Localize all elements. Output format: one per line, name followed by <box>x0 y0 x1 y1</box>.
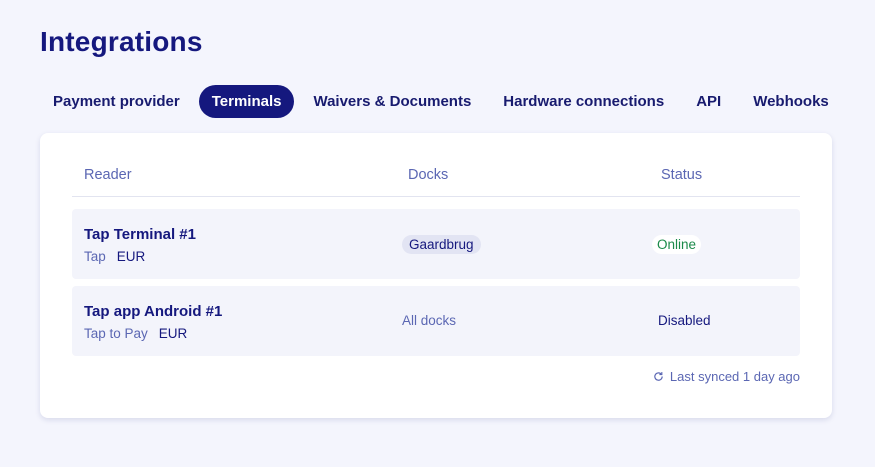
reader-currency: EUR <box>158 326 188 341</box>
integration-tabs: Payment provider Terminals Waivers & Doc… <box>40 85 842 118</box>
dock-badge: Gaardbrug <box>402 235 481 254</box>
reader-name: Tap app Android #1 <box>84 303 223 320</box>
reader-type: Tap to Pay <box>84 326 148 341</box>
terminals-card: Reader Docks Status Tap Terminal #1 Tap … <box>40 133 832 418</box>
tab-api[interactable]: API <box>683 85 734 118</box>
table-row[interactable]: Tap Terminal #1 Tap EUR Gaardbrug Online <box>72 209 800 279</box>
tab-webhooks[interactable]: Webhooks <box>740 85 842 118</box>
reader-name: Tap Terminal #1 <box>84 226 196 243</box>
last-synced-text: Last synced 1 day ago <box>669 369 800 384</box>
tab-hardware-connections[interactable]: Hardware connections <box>490 85 677 118</box>
status-badge: Online <box>652 235 702 254</box>
tab-terminals[interactable]: Terminals <box>198 85 295 118</box>
column-header-status: Status <box>661 167 703 183</box>
column-header-reader: Reader <box>84 167 132 183</box>
page-title: Integrations <box>40 26 203 57</box>
reader-type: Tap <box>84 249 106 264</box>
table-row[interactable]: Tap app Android #1 Tap to Pay EUR All do… <box>72 286 800 356</box>
reader-currency: EUR <box>116 249 146 264</box>
dock-text: All docks <box>402 313 457 328</box>
refresh-icon <box>654 372 663 381</box>
status-text: Disabled <box>658 313 711 328</box>
reader-meta: Tap EUR <box>84 249 145 264</box>
reader-meta: Tap to Pay EUR <box>84 326 187 341</box>
tab-waivers-documents[interactable]: Waivers & Documents <box>300 85 484 118</box>
table-header: Reader Docks Status <box>72 161 800 197</box>
column-header-docks: Docks <box>408 167 449 183</box>
last-synced: Last synced 1 day ago <box>653 369 800 384</box>
tab-payment-provider[interactable]: Payment provider <box>40 85 193 118</box>
